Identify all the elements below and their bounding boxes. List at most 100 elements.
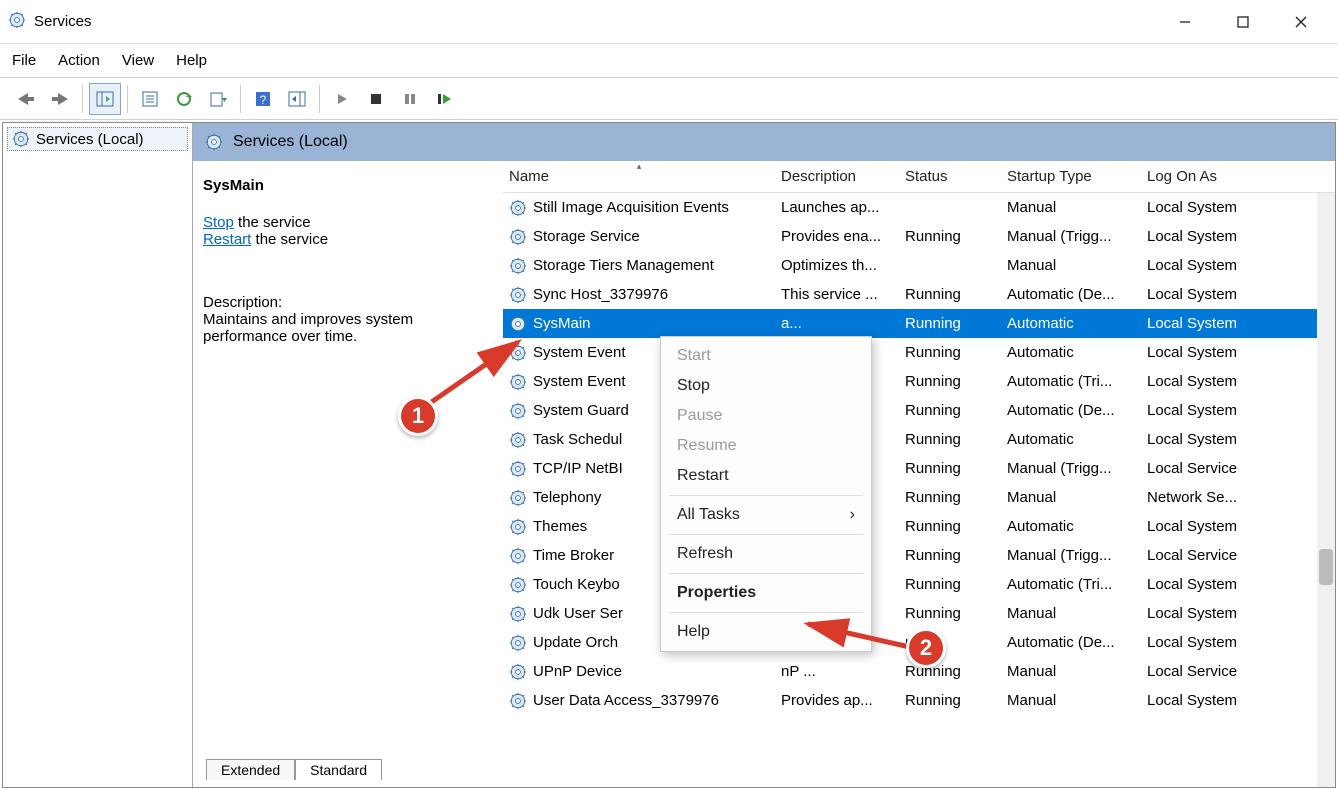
service-status-cell: Running [899, 286, 1001, 303]
table-row[interactable]: User Data Access_3379976Provides ap...Ru… [503, 686, 1335, 715]
menu-action[interactable]: Action [58, 52, 100, 69]
help-button[interactable]: ? [247, 83, 279, 115]
service-startup-cell: Automatic [1001, 518, 1141, 535]
ctx-help[interactable]: Help [661, 617, 871, 647]
service-desc-cell: Provides ap... [775, 692, 899, 709]
minimize-button[interactable] [1156, 3, 1214, 41]
table-row[interactable]: System Eventes ...RunningAutomatic (Tri.… [503, 367, 1335, 396]
col-startup-type[interactable]: Startup Type [1001, 168, 1141, 185]
service-name-cell: Update Orch [533, 634, 618, 651]
tab-standard[interactable]: Standard [295, 759, 382, 780]
service-startup-cell: Manual [1001, 257, 1141, 274]
menu-help[interactable]: Help [176, 52, 207, 69]
forward-button[interactable] [44, 83, 76, 115]
table-row[interactable]: Touch Keyboes ...RunningAutomatic (Tri..… [503, 570, 1335, 599]
table-row[interactable]: Sync Host_3379976This service ...Running… [503, 280, 1335, 309]
service-desc-cell: nP ... [775, 663, 899, 680]
service-status-cell: Running [899, 460, 1001, 477]
ctx-restart[interactable]: Restart [661, 461, 871, 491]
service-name-cell: Themes [533, 518, 587, 535]
ctx-divider [669, 573, 863, 574]
service-desc-cell: Launches ap... [775, 199, 899, 216]
scrollbar-thumb[interactable] [1319, 549, 1333, 585]
service-startup-cell: Automatic [1001, 315, 1141, 332]
service-desc-cell: Optimizes th... [775, 257, 899, 274]
export-button[interactable] [202, 83, 234, 115]
refresh-button[interactable] [168, 83, 200, 115]
gear-icon [509, 315, 527, 333]
service-status-cell: Running [899, 663, 1001, 680]
col-log-on-as[interactable]: Log On As [1141, 168, 1271, 185]
table-row[interactable]: SysMaina...RunningAutomaticLocal System [503, 309, 1335, 338]
service-name-cell: Telephony [533, 489, 601, 506]
table-row[interactable]: System Guardan...RunningAutomatic (De...… [503, 396, 1335, 425]
table-row[interactable]: Storage ServiceProvides ena...RunningMan… [503, 222, 1335, 251]
menu-file[interactable]: File [12, 52, 36, 69]
service-startup-cell: Manual (Trigg... [1001, 460, 1141, 477]
service-status-cell: Running [899, 547, 1001, 564]
gear-icon [509, 402, 527, 420]
stop-suffix: the service [234, 214, 311, 231]
service-name-cell: Task Schedul [533, 431, 622, 448]
restart-suffix: the service [251, 231, 328, 248]
ctx-refresh[interactable]: Refresh [661, 539, 871, 569]
table-row[interactable]: TCP/IP NetBIup...RunningManual (Trigg...… [503, 454, 1335, 483]
service-logon-cell: Local System [1141, 257, 1271, 274]
pause-service-button[interactable] [394, 83, 426, 115]
service-status-cell: Running [899, 518, 1001, 535]
table-row[interactable]: Storage Tiers ManagementOptimizes th...M… [503, 251, 1335, 280]
service-name-cell: System Event [533, 373, 626, 390]
service-status-cell: Running [899, 489, 1001, 506]
table-row[interactable]: Themesse...RunningAutomaticLocal System [503, 512, 1335, 541]
selected-service-name: SysMain [203, 177, 493, 194]
service-startup-cell: Automatic (Tri... [1001, 373, 1141, 390]
chevron-right-icon: › [850, 506, 855, 524]
ctx-stop[interactable]: Stop [661, 371, 871, 401]
service-name-cell: SysMain [533, 315, 591, 332]
restart-service-button[interactable] [428, 83, 460, 115]
close-button[interactable] [1272, 3, 1330, 41]
stop-service-button[interactable] [360, 83, 392, 115]
service-startup-cell: Manual [1001, 692, 1141, 709]
table-row[interactable]: Udk User Seroo...RunningManualLocal Syst… [503, 599, 1335, 628]
table-row[interactable]: Time Brokeres ...RunningManual (Trigg...… [503, 541, 1335, 570]
col-status[interactable]: Status [899, 168, 1001, 185]
maximize-button[interactable] [1214, 3, 1272, 41]
menu-view[interactable]: View [122, 52, 154, 69]
show-hide-action-button[interactable] [281, 83, 313, 115]
show-hide-tree-button[interactable] [89, 83, 121, 115]
service-status-cell: Running [899, 576, 1001, 593]
ctx-properties[interactable]: Properties [661, 578, 871, 608]
properties-button[interactable] [134, 83, 166, 115]
restart-link[interactable]: Restart [203, 231, 251, 248]
window-title: Services [34, 13, 1156, 30]
service-name-cell: System Event [533, 344, 626, 361]
table-row[interactable]: Task Schedulus...RunningAutomaticLocal S… [503, 425, 1335, 454]
ctx-divider [669, 612, 863, 613]
back-button[interactable] [10, 83, 42, 115]
table-row[interactable]: Still Image Acquisition EventsLaunches a… [503, 193, 1335, 222]
titlebar: Services [0, 0, 1338, 44]
ctx-all-tasks[interactable]: All Tasks› [661, 500, 871, 530]
col-name[interactable]: ▴Name [503, 168, 775, 185]
service-desc-cell: This service ... [775, 286, 899, 303]
table-row[interactable]: UPnP DevicenP ...RunningManualLocal Serv… [503, 657, 1335, 686]
tree-root-services-local[interactable]: Services (Local) [7, 127, 188, 151]
gear-icon [509, 344, 527, 362]
service-desc-cell: a... [775, 315, 899, 332]
col-description[interactable]: Description [775, 168, 899, 185]
service-logon-cell: Local System [1141, 634, 1271, 651]
gear-icon [509, 634, 527, 652]
vertical-scrollbar[interactable] [1317, 193, 1335, 787]
start-service-button[interactable] [326, 83, 358, 115]
service-status-cell: Running [899, 692, 1001, 709]
service-logon-cell: Local System [1141, 402, 1271, 419]
ctx-divider [669, 495, 863, 496]
table-row[interactable]: System Eventsy...RunningAutomaticLocal S… [503, 338, 1335, 367]
stop-link[interactable]: Stop [203, 214, 234, 231]
table-row[interactable]: Update OrchWi...nningAutomatic (De...Loc… [503, 628, 1335, 657]
gear-icon [509, 431, 527, 449]
tab-extended[interactable]: Extended [206, 759, 295, 780]
table-row[interactable]: Telephonyel...RunningManualNetwork Se... [503, 483, 1335, 512]
service-logon-cell: Local Service [1141, 460, 1271, 477]
